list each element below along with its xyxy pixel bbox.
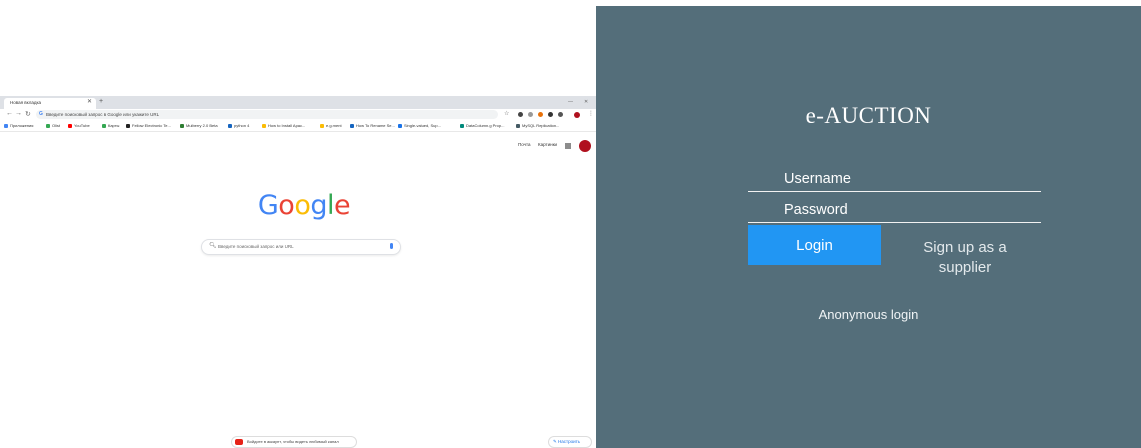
- bookmark-label: python 4: [234, 123, 250, 128]
- customize-label-text: Настроить: [558, 439, 581, 444]
- login-button[interactable]: Login: [748, 225, 881, 265]
- menu-icon[interactable]: ⋮: [588, 110, 594, 117]
- google-logo: Google: [244, 190, 364, 221]
- password-field: [748, 198, 1041, 223]
- anonymous-login-link[interactable]: Anonymous login: [596, 307, 1141, 322]
- customize-button[interactable]: ✎ Настроить: [548, 436, 592, 448]
- bookmark-item[interactable]: Приложения: [4, 123, 33, 128]
- search-placeholder: Введите поисковый запрос или URL: [218, 244, 294, 249]
- google-logo-letter: o: [294, 190, 311, 221]
- google-logo-letter: g: [310, 190, 327, 221]
- bookmark-label: Приложения: [10, 123, 34, 128]
- extension-icon[interactable]: [538, 112, 543, 117]
- close-tab-icon[interactable]: ✕: [87, 98, 92, 105]
- bookmark-label: DataColumn.g Prop...: [466, 123, 505, 128]
- signup-supplier-link[interactable]: Sign up as a supplier: [894, 238, 1036, 278]
- bookmark-label: Mulberry 2.0 Beta: [186, 123, 218, 128]
- customize-label: ✎ Настроить: [553, 439, 581, 444]
- youtube-promo-text: Войдите в аккаунт, чтобы видеть любимый …: [247, 439, 339, 444]
- youtube-icon: [235, 439, 243, 445]
- bookmark-favicon-icon: [228, 123, 232, 128]
- bookmark-label: Fellow Electronic Te...: [132, 123, 171, 128]
- avatar[interactable]: [579, 140, 591, 152]
- bookmark-favicon-icon: [46, 123, 50, 128]
- extension-icon[interactable]: [528, 112, 533, 117]
- bookmark-item[interactable]: How To Rename Se...: [350, 123, 395, 128]
- apps-grid-icon[interactable]: [565, 143, 571, 149]
- images-link[interactable]: Картинки: [538, 142, 557, 147]
- forward-icon[interactable]: →: [15, 110, 22, 117]
- bookmark-item[interactable]: YouTube: [68, 123, 90, 128]
- bookmark-item[interactable]: Single-valued, Sup...: [398, 123, 441, 128]
- microphone-icon[interactable]: [390, 243, 393, 249]
- minimize-icon[interactable]: —: [568, 99, 573, 105]
- bookmark-item[interactable]: Fellow Electronic Te...: [126, 123, 171, 128]
- bookmark-favicon-icon: [460, 123, 464, 128]
- profile-icon[interactable]: [574, 112, 580, 118]
- bookmark-item[interactable]: Mulberry 2.0 Beta: [180, 123, 218, 128]
- google-logo-letter: l: [327, 190, 335, 221]
- bookmark-item[interactable]: Карты: [102, 123, 119, 128]
- bookmark-item[interactable]: Olist: [46, 123, 60, 128]
- tab-strip: Новая вкладка ✕ + — ✕: [0, 96, 596, 109]
- youtube-promo[interactable]: Войдите в аккаунт, чтобы видеть любимый …: [231, 436, 357, 448]
- google-logo-letter: o: [278, 190, 295, 221]
- bookmark-favicon-icon: [4, 123, 8, 128]
- bookmark-star-icon[interactable]: ☆: [504, 110, 509, 117]
- bookmark-favicon-icon: [68, 123, 72, 128]
- username-input[interactable]: [748, 167, 1041, 191]
- bookmark-label: e.g.ment: [326, 123, 342, 128]
- back-icon[interactable]: ←: [6, 110, 13, 117]
- bookmarks-bar: Приложения Olist YouTube Карты Fellow Electr…: [0, 121, 596, 132]
- search-icon: 🔍︎: [209, 243, 217, 249]
- tab-title: Новая вкладка: [10, 100, 42, 105]
- bookmark-label: How to Install Apac...: [268, 123, 306, 128]
- login-panel: e-AUCTION Login Sign up as a supplier An…: [596, 6, 1141, 448]
- bookmark-favicon-icon: [320, 123, 324, 128]
- reload-icon[interactable]: ↻: [25, 110, 31, 118]
- bookmark-favicon-icon: [262, 123, 266, 128]
- close-window-icon[interactable]: ✕: [584, 99, 588, 105]
- bookmark-item[interactable]: python 4: [228, 123, 249, 128]
- bookmark-item[interactable]: MySQL Replication...: [516, 123, 559, 128]
- bookmark-item[interactable]: DataColumn.g Prop...: [460, 123, 504, 128]
- signup-label-line1: Sign up as a: [923, 239, 1007, 256]
- bookmark-label: Карты: [108, 123, 120, 128]
- bookmark-favicon-icon: [398, 123, 402, 128]
- username-field: [748, 167, 1041, 192]
- google-logo-letter: e: [334, 190, 351, 221]
- bookmark-label: How To Rename Se...: [356, 123, 395, 128]
- password-input[interactable]: [748, 198, 1041, 222]
- signup-label-line2: supplier: [938, 259, 992, 276]
- google-g-icon: G: [39, 111, 43, 117]
- bookmark-favicon-icon: [126, 123, 130, 128]
- google-search-box[interactable]: 🔍︎ Введите поисковый запрос или URL: [201, 239, 401, 255]
- browser-toolbar: ← → ↻ G Введите поисковый запрос в Googl…: [0, 109, 596, 121]
- bookmark-label: MySQL Replication...: [522, 123, 560, 128]
- browser-screenshot: Новая вкладка ✕ + — ✕ ← → ↻ G Введите по…: [0, 96, 596, 448]
- bookmark-label: YouTube: [74, 123, 90, 128]
- address-bar[interactable]: G Введите поисковый запрос в Google или …: [36, 110, 498, 119]
- bookmark-label: Single-valued, Sup...: [404, 123, 441, 128]
- bookmark-favicon-icon: [102, 123, 106, 128]
- google-logo-letter: G: [257, 190, 279, 221]
- browser-tab[interactable]: Новая вкладка ✕: [4, 98, 96, 109]
- mail-link[interactable]: Почта: [518, 142, 531, 147]
- new-tab-icon[interactable]: +: [99, 98, 103, 105]
- bookmark-item[interactable]: How to Install Apac...: [262, 123, 305, 128]
- extension-icon[interactable]: [548, 112, 553, 117]
- bookmark-favicon-icon: [516, 123, 520, 128]
- page-title: e-AUCTION: [805, 103, 932, 128]
- bookmark-item[interactable]: e.g.ment: [320, 123, 342, 128]
- bookmark-favicon-icon: [350, 123, 354, 128]
- bookmark-label: Olist: [52, 123, 60, 128]
- extension-icon[interactable]: [558, 112, 563, 117]
- address-text: Введите поисковый запрос в Google или ук…: [46, 111, 160, 117]
- extension-icon[interactable]: [518, 112, 523, 117]
- bookmark-favicon-icon: [180, 123, 184, 128]
